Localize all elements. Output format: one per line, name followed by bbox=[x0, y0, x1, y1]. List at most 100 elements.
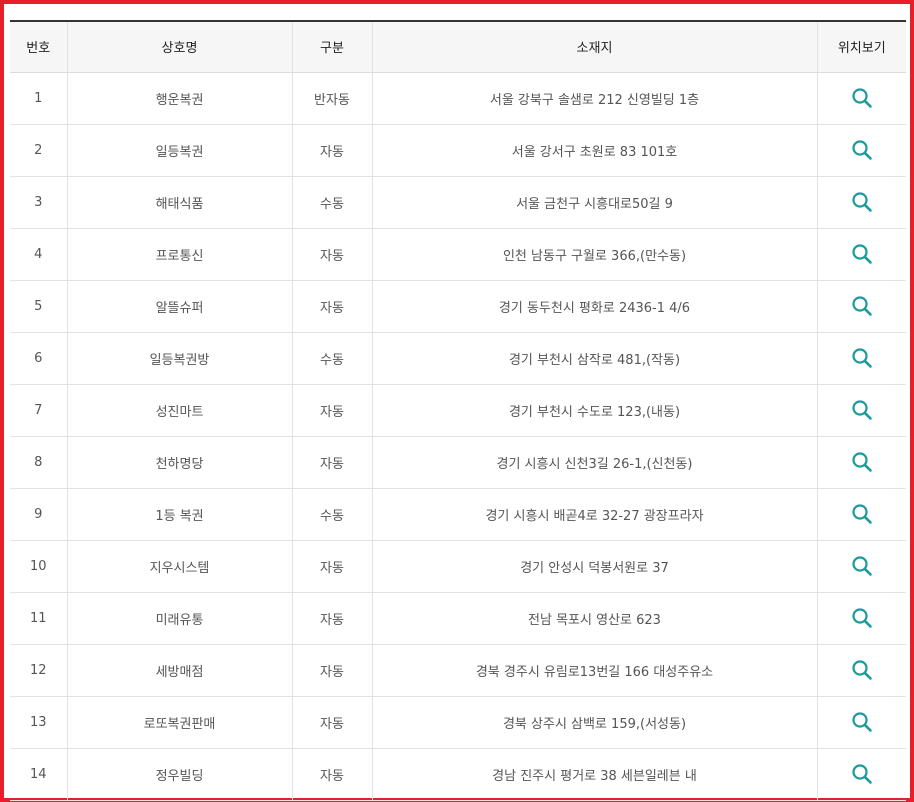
cell-name: 행운복권 bbox=[67, 72, 293, 125]
search-icon[interactable] bbox=[851, 243, 873, 265]
header-address: 소재지 bbox=[372, 21, 818, 73]
table-row: 4 프로통신 자동 인천 남동구 구월로 366,(만수동) bbox=[10, 228, 906, 281]
table-row: 2 일등복권 자동 서울 강서구 초원로 83 101호 bbox=[10, 124, 906, 177]
table-row: 3 해태식품 수동 서울 금천구 시흥대로50길 9 bbox=[10, 176, 906, 229]
search-icon[interactable] bbox=[851, 503, 873, 525]
search-icon[interactable] bbox=[851, 399, 873, 421]
cell-name: 알뜰슈퍼 bbox=[67, 280, 293, 333]
cell-type: 자동 bbox=[292, 644, 373, 697]
cell-no: 1 bbox=[10, 72, 68, 125]
cell-no: 8 bbox=[10, 436, 68, 489]
cell-location bbox=[817, 436, 906, 489]
header-row: 번호 상호명 구분 소재지 위치보기 bbox=[10, 21, 906, 73]
search-icon[interactable] bbox=[851, 659, 873, 681]
table-row: 13 로또복권판매 자동 경북 상주시 삼백로 159,(서성동) bbox=[10, 696, 906, 749]
cell-location bbox=[817, 124, 906, 177]
header-type: 구분 bbox=[292, 21, 373, 73]
cell-type: 자동 bbox=[292, 436, 373, 489]
cell-no: 2 bbox=[10, 124, 68, 177]
cell-no: 12 bbox=[10, 644, 68, 697]
header-location: 위치보기 bbox=[817, 21, 906, 73]
page-frame: 번호 상호명 구분 소재지 위치보기 1 행운복권 반자동 서울 강북구 솔샘로… bbox=[0, 0, 914, 802]
cell-name: 1등 복권 bbox=[67, 488, 293, 541]
cell-location bbox=[817, 176, 906, 229]
cell-no: 9 bbox=[10, 488, 68, 541]
cell-location bbox=[817, 696, 906, 749]
search-icon[interactable] bbox=[851, 139, 873, 161]
cell-address: 경북 상주시 삼백로 159,(서성동) bbox=[372, 696, 818, 749]
cell-address: 경북 경주시 유림로13번길 166 대성주유소 bbox=[372, 644, 818, 697]
cell-type: 반자동 bbox=[292, 72, 373, 125]
cell-type: 수동 bbox=[292, 176, 373, 229]
search-icon[interactable] bbox=[851, 347, 873, 369]
cell-address: 서울 금천구 시흥대로50길 9 bbox=[372, 176, 818, 229]
cell-address: 인천 남동구 구월로 366,(만수동) bbox=[372, 228, 818, 281]
cell-address: 경기 안성시 덕봉서원로 37 bbox=[372, 540, 818, 593]
cell-type: 자동 bbox=[292, 592, 373, 645]
cell-name: 일등복권방 bbox=[67, 332, 293, 385]
cell-location bbox=[817, 748, 906, 801]
table-row: 1 행운복권 반자동 서울 강북구 솔샘로 212 신영빌딩 1층 bbox=[10, 72, 906, 125]
cell-type: 수동 bbox=[292, 332, 373, 385]
cell-type: 자동 bbox=[292, 540, 373, 593]
cell-location bbox=[817, 592, 906, 645]
table-body: 1 행운복권 반자동 서울 강북구 솔샘로 212 신영빌딩 1층 2 일등복권… bbox=[10, 72, 906, 801]
table-row: 12 세방매점 자동 경북 경주시 유림로13번길 166 대성주유소 bbox=[10, 644, 906, 697]
cell-type: 자동 bbox=[292, 696, 373, 749]
search-icon[interactable] bbox=[851, 555, 873, 577]
cell-address: 전남 목포시 영산로 623 bbox=[372, 592, 818, 645]
table-row: 6 일등복권방 수동 경기 부천시 삼작로 481,(작동) bbox=[10, 332, 906, 385]
cell-type: 자동 bbox=[292, 228, 373, 281]
cell-name: 로또복권판매 bbox=[67, 696, 293, 749]
cell-location bbox=[817, 644, 906, 697]
search-icon[interactable] bbox=[851, 711, 873, 733]
cell-location bbox=[817, 280, 906, 333]
cell-name: 프로통신 bbox=[67, 228, 293, 281]
cell-type: 자동 bbox=[292, 748, 373, 801]
cell-type: 자동 bbox=[292, 384, 373, 437]
cell-no: 13 bbox=[10, 696, 68, 749]
cell-no: 10 bbox=[10, 540, 68, 593]
search-icon[interactable] bbox=[851, 451, 873, 473]
cell-address: 경기 시흥시 배곧4로 32-27 광장프라자 bbox=[372, 488, 818, 541]
cell-location bbox=[817, 488, 906, 541]
cell-type: 자동 bbox=[292, 280, 373, 333]
cell-address: 경기 동두천시 평화로 2436-1 4/6 bbox=[372, 280, 818, 333]
cell-no: 6 bbox=[10, 332, 68, 385]
cell-location bbox=[817, 72, 906, 125]
table-row: 5 알뜰슈퍼 자동 경기 동두천시 평화로 2436-1 4/6 bbox=[10, 280, 906, 333]
cell-type: 자동 bbox=[292, 124, 373, 177]
cell-name: 성진마트 bbox=[67, 384, 293, 437]
cell-address: 경기 부천시 삼작로 481,(작동) bbox=[372, 332, 818, 385]
cell-name: 일등복권 bbox=[67, 124, 293, 177]
cell-location bbox=[817, 228, 906, 281]
cell-no: 4 bbox=[10, 228, 68, 281]
cell-name: 지우시스템 bbox=[67, 540, 293, 593]
cell-address: 경기 시흥시 신천3길 26-1,(신천동) bbox=[372, 436, 818, 489]
cell-name: 해태식품 bbox=[67, 176, 293, 229]
cell-type: 수동 bbox=[292, 488, 373, 541]
table-row: 8 천하명당 자동 경기 시흥시 신천3길 26-1,(신천동) bbox=[10, 436, 906, 489]
header-name: 상호명 bbox=[67, 21, 293, 73]
search-icon[interactable] bbox=[851, 87, 873, 109]
cell-name: 세방매점 bbox=[67, 644, 293, 697]
store-table-container: 번호 상호명 구분 소재지 위치보기 1 행운복권 반자동 서울 강북구 솔샘로… bbox=[10, 20, 906, 801]
search-icon[interactable] bbox=[851, 607, 873, 629]
cell-address: 경남 진주시 평거로 38 세븐일레븐 내 bbox=[372, 748, 818, 801]
search-icon[interactable] bbox=[851, 295, 873, 317]
table-row: 7 성진마트 자동 경기 부천시 수도로 123,(내동) bbox=[10, 384, 906, 437]
cell-name: 미래유통 bbox=[67, 592, 293, 645]
cell-address: 서울 강서구 초원로 83 101호 bbox=[372, 124, 818, 177]
cell-address: 경기 부천시 수도로 123,(내동) bbox=[372, 384, 818, 437]
cell-no: 14 bbox=[10, 748, 68, 801]
cell-name: 정우빌딩 bbox=[67, 748, 293, 801]
table-header: 번호 상호명 구분 소재지 위치보기 bbox=[10, 21, 906, 73]
cell-no: 11 bbox=[10, 592, 68, 645]
search-icon[interactable] bbox=[851, 763, 873, 785]
cell-no: 3 bbox=[10, 176, 68, 229]
table-row: 11 미래유통 자동 전남 목포시 영산로 623 bbox=[10, 592, 906, 645]
cell-no: 7 bbox=[10, 384, 68, 437]
search-icon[interactable] bbox=[851, 191, 873, 213]
table-row: 14 정우빌딩 자동 경남 진주시 평거로 38 세븐일레븐 내 bbox=[10, 748, 906, 801]
cell-location bbox=[817, 540, 906, 593]
